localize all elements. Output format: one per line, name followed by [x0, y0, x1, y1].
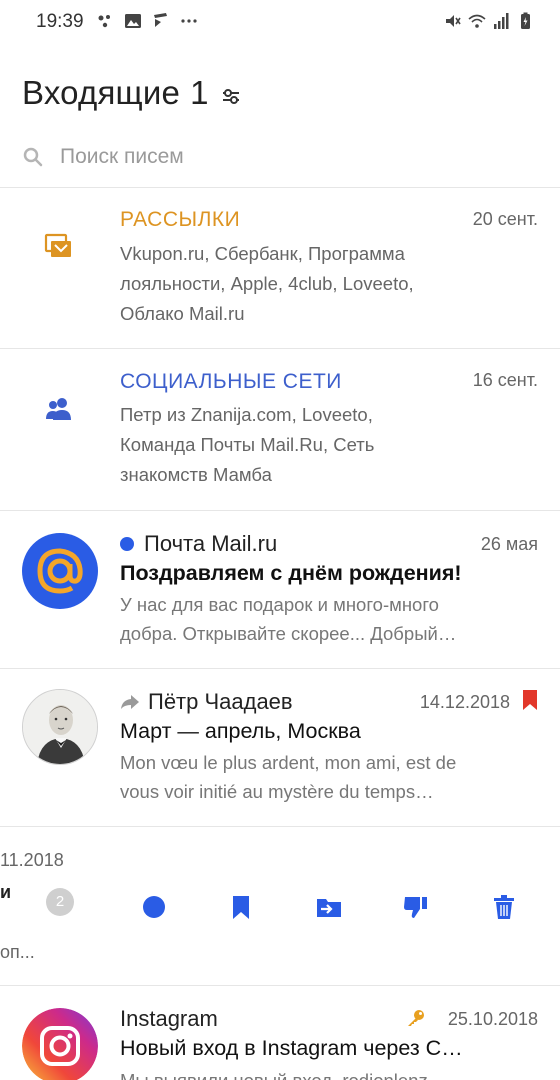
category-preview: Петр из Znanija.com, Loveeto, Команда По… — [120, 404, 375, 485]
message-date: 14.12.2018 — [419, 692, 510, 712]
bookmark-icon[interactable] — [227, 893, 255, 921]
mark-unread-icon[interactable] — [140, 893, 168, 921]
people-icon — [46, 398, 71, 420]
clapper-icon — [154, 13, 167, 27]
message-preview: У нас для вас подарок и много-много добр… — [120, 594, 457, 644]
message-subject: Поздравляем с днём рождения! — [120, 561, 462, 585]
unread-dot[interactable] — [120, 537, 134, 551]
filter-icon[interactable] — [220, 85, 242, 107]
swiped-date-fragment: 11.2018 — [0, 850, 64, 870]
assistant-icon — [98, 15, 110, 28]
sender-line: Пётр Чаадаев — [120, 689, 293, 715]
sender-name: Instagram — [120, 1006, 218, 1031]
signal-icon — [494, 13, 509, 29]
portrait-image — [23, 690, 97, 764]
search-icon — [23, 147, 43, 167]
avatar — [22, 1008, 98, 1080]
search-input[interactable] — [60, 145, 460, 169]
mailru-logo-icon — [24, 535, 96, 607]
message-row[interactable]: Пётр Чаадаев 14.12.2018 Март — апрель, М… — [0, 669, 560, 826]
swiped-preview-fragment: оп... — [0, 942, 35, 962]
category-title: СОЦИАЛЬНЫЕ СЕТИ — [120, 370, 342, 393]
message-row[interactable]: Instagram 25.10.2018 Новый вход в Instag… — [0, 986, 560, 1080]
avatar — [22, 689, 98, 765]
message-date: 26 мая — [480, 534, 538, 554]
category-newsletters[interactable]: РАССЫЛКИ 20 сент. Vkupon.ru, Сбербанк, П… — [0, 188, 560, 348]
message-preview: Мы выявили новый вход, rodionlenz — [120, 1066, 500, 1080]
status-time: 19:39 — [36, 11, 84, 32]
avatar — [22, 533, 98, 609]
sender-name: Почта Mail.ru — [144, 531, 278, 556]
sender-name: Пётр Чаадаев — [148, 689, 293, 714]
message-subject: Март — апрель, Москва — [120, 719, 361, 743]
instagram-logo-icon — [22, 1008, 98, 1080]
battery-icon — [521, 12, 530, 29]
folder-title: Входящие — [22, 74, 181, 111]
sender-line: Почта Mail.ru — [120, 531, 277, 557]
newsletter-icon — [44, 233, 71, 257]
status-right-icons — [444, 12, 534, 30]
move-to-folder-icon[interactable] — [315, 893, 343, 921]
category-date: 16 сент. — [472, 370, 538, 390]
mute-icon — [446, 15, 461, 27]
more-dots-icon — [181, 19, 197, 23]
gallery-icon — [125, 14, 141, 28]
delete-icon[interactable] — [490, 893, 518, 921]
status-bar: 19:39 — [0, 0, 560, 44]
spam-icon[interactable] — [402, 893, 430, 921]
thread-count-badge: 2 — [46, 888, 74, 916]
swiped-message-row[interactable]: 11.2018 и оп... 2 — [0, 827, 560, 985]
bookmark-flag-icon[interactable] — [522, 689, 538, 711]
folder-header[interactable]: Входящие 1 — [22, 74, 242, 112]
message-preview: Mon vœu le plus ardent, mon ami, est de … — [120, 752, 457, 802]
forward-icon — [121, 695, 139, 709]
status-left-icons — [96, 12, 198, 30]
key-icon — [408, 1010, 424, 1026]
category-title: РАССЫЛКИ — [120, 208, 241, 231]
sender-line: Instagram — [120, 1006, 218, 1032]
category-date: 20 сент. — [472, 209, 538, 229]
category-social[interactable]: СОЦИАЛЬНЫЕ СЕТИ 16 сент. Петр из Znanija… — [0, 349, 560, 509]
message-row[interactable]: Почта Mail.ru 26 мая Поздравляем с днём … — [0, 511, 560, 668]
message-date: 25.10.2018 — [447, 1009, 538, 1029]
unread-count: 1 — [190, 74, 209, 111]
message-subject: Новый вход в Instagram через С… — [120, 1036, 463, 1060]
category-preview: Vkupon.ru, Сбербанк, Программа лояльност… — [120, 243, 414, 324]
search-bar[interactable] — [22, 140, 542, 174]
swiped-subject-fragment: и — [0, 882, 12, 902]
wifi-icon — [468, 14, 486, 28]
